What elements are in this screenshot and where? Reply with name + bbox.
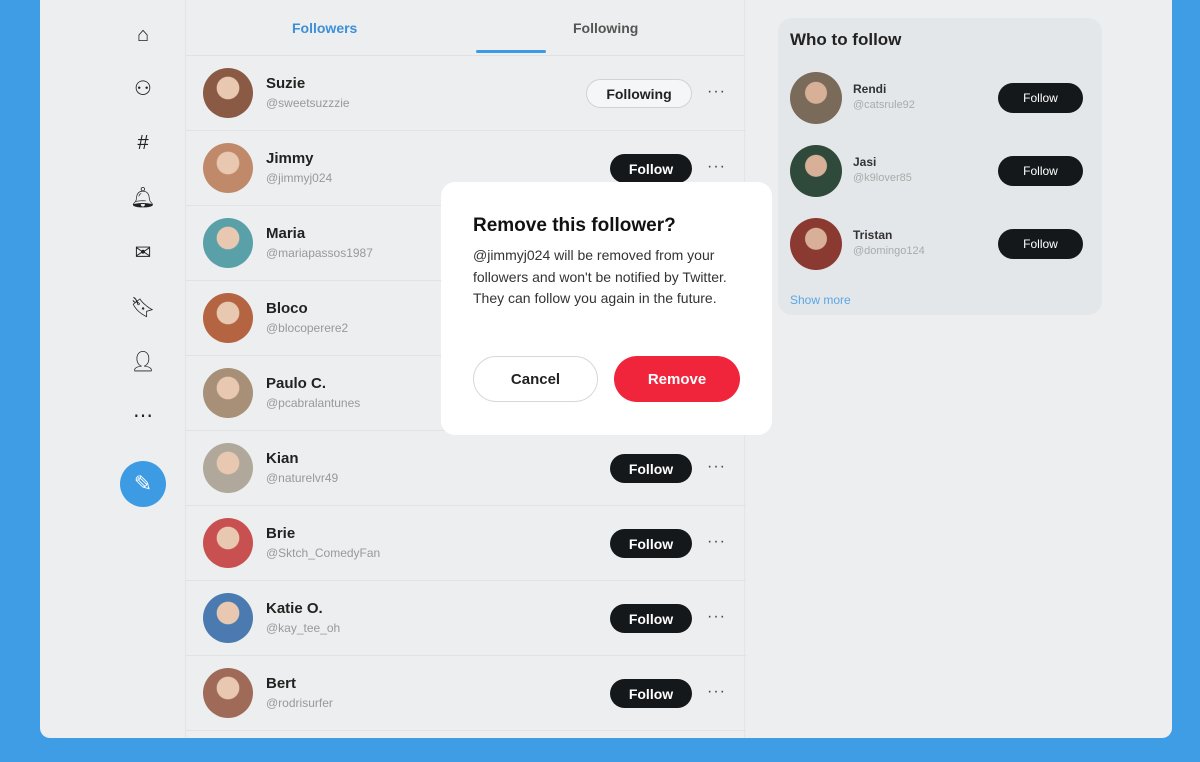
- tab-following[interactable]: Following: [573, 20, 638, 36]
- dialog-title: Remove this follower?: [473, 215, 676, 236]
- follower-name: Suzie: [266, 75, 306, 92]
- follower-row[interactable]: Katie O. @kay_tee_oh Follow ···: [186, 581, 746, 656]
- explore-icon[interactable]: ⚇: [130, 75, 156, 101]
- remove-follower-dialog: Remove this follower? @jimmyj024 will be…: [441, 182, 772, 435]
- avatar[interactable]: [790, 145, 842, 197]
- follower-row[interactable]: Suzie @sweetsuzzzie Following ···: [186, 56, 746, 131]
- who-to-follow-title: Who to follow: [790, 30, 902, 49]
- follow-button[interactable]: Follow: [610, 454, 692, 483]
- follower-name: Paulo C.: [266, 375, 327, 392]
- more-icon[interactable]: ⋯: [130, 402, 156, 428]
- avatar[interactable]: [790, 72, 842, 124]
- hashtag-icon[interactable]: #: [130, 130, 156, 156]
- avatar[interactable]: [203, 293, 253, 343]
- follower-handle: @jimmyj024: [266, 171, 333, 185]
- follow-button[interactable]: Follow: [998, 83, 1083, 113]
- avatar[interactable]: [203, 218, 253, 268]
- follow-button[interactable]: Follow: [610, 679, 692, 708]
- profile-icon[interactable]: 👤︎: [130, 348, 156, 374]
- home-icon[interactable]: ⌂: [130, 22, 156, 48]
- follow-button[interactable]: Follow: [610, 154, 692, 183]
- more-options-icon[interactable]: ···: [707, 83, 726, 101]
- more-options-icon[interactable]: ···: [707, 608, 726, 626]
- tab-followers[interactable]: Followers: [292, 20, 357, 36]
- follower-handle: @rodrisurfer: [266, 696, 333, 710]
- bookmarks-icon[interactable]: 🔖︎: [130, 294, 156, 320]
- avatar[interactable]: [203, 443, 253, 493]
- avatar[interactable]: [203, 143, 253, 193]
- follower-row[interactable]: Brie @Sktch_ComedyFan Follow ···: [186, 506, 746, 581]
- follow-button[interactable]: Follow: [998, 229, 1083, 259]
- follower-name: Bloco: [266, 300, 308, 317]
- suggestion-name: Tristan: [853, 228, 893, 242]
- follower-name: Katie O.: [266, 600, 323, 617]
- more-options-icon[interactable]: ···: [707, 533, 726, 551]
- follower-row[interactable]: Bert @rodrisurfer Follow ···: [186, 656, 746, 731]
- compose-icon[interactable]: ✎: [120, 461, 166, 507]
- tabs: Followers Following: [186, 0, 744, 56]
- suggestion-handle: @domingo124: [853, 245, 925, 257]
- follower-handle: @pcabralantunes: [266, 396, 361, 410]
- follower-handle: @sweetsuzzzie: [266, 96, 350, 110]
- follower-handle: @kay_tee_oh: [266, 621, 341, 635]
- avatar[interactable]: [203, 368, 253, 418]
- follower-name: Jimmy: [266, 150, 314, 167]
- more-options-icon[interactable]: ···: [707, 458, 726, 476]
- follower-name: Kian: [266, 450, 299, 467]
- following-button[interactable]: Following: [586, 79, 692, 108]
- active-tab-indicator: [476, 50, 546, 53]
- suggestion-row[interactable]: Tristan @domingo124 Follow: [778, 214, 1102, 274]
- suggestion-row[interactable]: Jasi @k9lover85 Follow: [778, 141, 1102, 201]
- follower-name: Maria: [266, 225, 306, 242]
- follow-button[interactable]: Follow: [610, 604, 692, 633]
- avatar[interactable]: [203, 593, 253, 643]
- follower-handle: @blocoperere2: [266, 321, 349, 335]
- follower-handle: @naturelvr49: [266, 471, 339, 485]
- avatar[interactable]: [203, 68, 253, 118]
- avatar[interactable]: [203, 518, 253, 568]
- follower-handle: @mariapassos1987: [266, 246, 373, 260]
- avatar[interactable]: [203, 668, 253, 718]
- more-options-icon[interactable]: ···: [707, 683, 726, 701]
- cancel-button[interactable]: Cancel: [473, 356, 598, 402]
- more-options-icon[interactable]: ···: [707, 158, 726, 176]
- follower-handle: @Sktch_ComedyFan: [266, 546, 381, 560]
- suggestion-row[interactable]: Rendi @catsrule92 Follow: [778, 68, 1102, 128]
- follower-name: Brie: [266, 525, 296, 542]
- notifications-icon[interactable]: 🔔︎: [130, 184, 156, 210]
- suggestion-name: Rendi: [853, 82, 887, 96]
- follow-button[interactable]: Follow: [998, 156, 1083, 186]
- suggestion-handle: @catsrule92: [853, 99, 915, 111]
- follower-name: Bert: [266, 675, 297, 692]
- remove-button[interactable]: Remove: [614, 356, 740, 402]
- who-to-follow-panel: Who to follow Rendi @catsrule92 Follow J…: [778, 18, 1102, 315]
- follower-row[interactable]: Kian @naturelvr49 Follow ···: [186, 431, 746, 506]
- show-more-link[interactable]: Show more: [790, 293, 851, 307]
- follow-button[interactable]: Follow: [610, 529, 692, 558]
- suggestion-name: Jasi: [853, 155, 877, 169]
- suggestion-handle: @k9lover85: [853, 172, 912, 184]
- dialog-body: @jimmyj024 will be removed from your fol…: [473, 247, 727, 306]
- avatar[interactable]: [790, 218, 842, 270]
- messages-icon[interactable]: ✉: [130, 239, 156, 265]
